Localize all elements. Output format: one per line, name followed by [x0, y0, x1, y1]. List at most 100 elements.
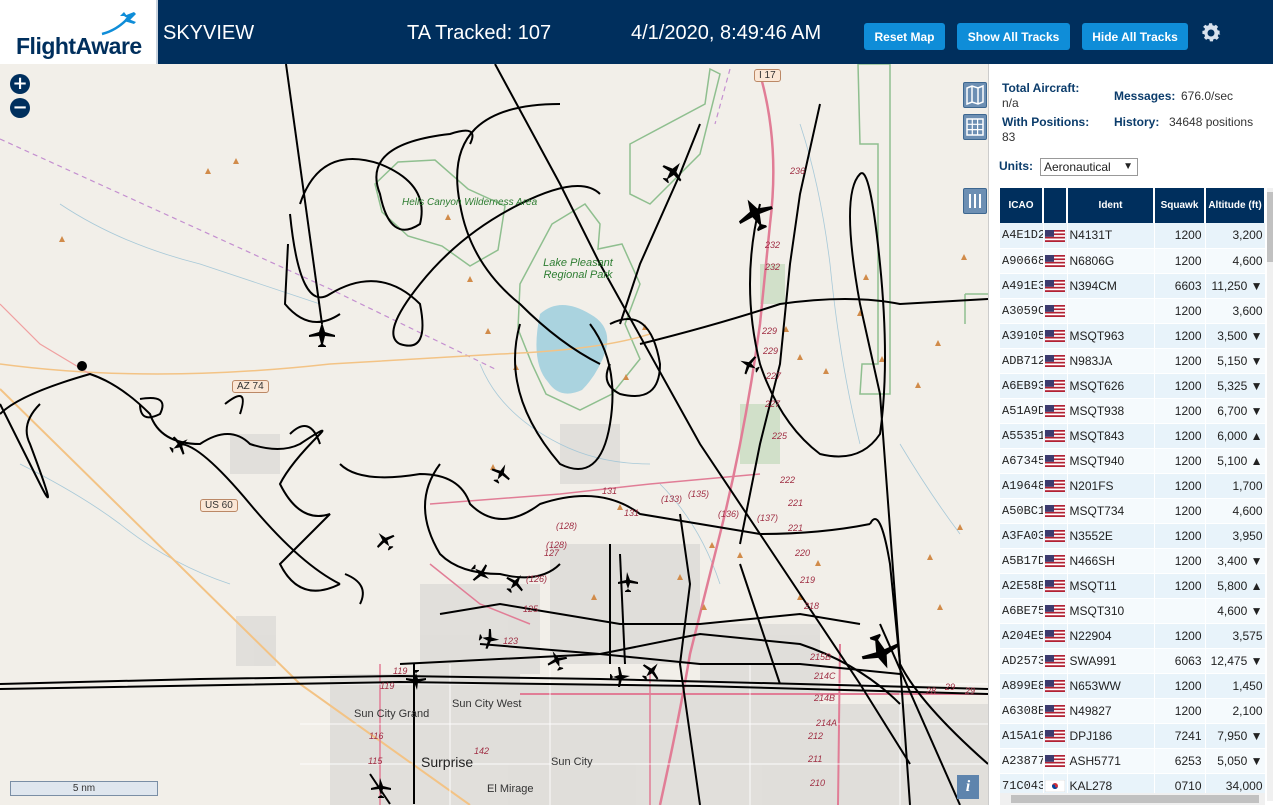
aircraft-icao: A204E5 [1000, 623, 1044, 649]
aircraft-ident: ASH5771 [1067, 748, 1155, 774]
column-header-icao[interactable]: ICAO [1000, 188, 1044, 223]
country-flag-icon [1043, 548, 1068, 574]
aircraft-icao: A90668 [1000, 248, 1044, 274]
aircraft-row[interactable]: A6308E N49827 1200 2,100 [1000, 698, 1266, 724]
ta-tracked-count: TA Tracked: 107 [407, 22, 552, 44]
flightaware-logo[interactable]: FlightAware [0, 0, 158, 64]
el-mirage-label: El Mirage [487, 783, 534, 795]
aircraft-altitude: 6,700 ▼ [1205, 398, 1266, 424]
column-header-altitude[interactable]: Altitude (ft) [1205, 188, 1266, 223]
aircraft-altitude: 3,575 [1205, 623, 1266, 649]
aircraft-ident: N3552E [1067, 523, 1155, 549]
settings-gear-icon[interactable] [1199, 21, 1223, 45]
svg-text:125: 125 [523, 604, 539, 614]
info-button[interactable]: i [957, 775, 979, 799]
aircraft-squawk: 1200 [1154, 448, 1206, 474]
aircraft-icao: A491E3 [1000, 273, 1044, 299]
zoom-out-button[interactable]: − [10, 98, 30, 118]
aircraft-ident: N201FS [1067, 473, 1155, 499]
aircraft-ident: SWA991 [1067, 648, 1155, 674]
svg-text:227: 227 [765, 371, 782, 381]
aircraft-squawk: 1200 [1154, 298, 1206, 324]
aircraft-squawk: 1200 [1154, 373, 1206, 399]
aircraft-row[interactable]: A3FA03 N3552E 1200 3,950 [1000, 523, 1266, 549]
aircraft-row[interactable]: A23877 ASH5771 6253 5,050 ▼ [1000, 748, 1266, 774]
table-horizontal-scroll-thumb[interactable] [1011, 795, 1259, 803]
zoom-in-button[interactable]: + [10, 74, 30, 94]
aircraft-row[interactable]: A50BC1 MSQT734 1200 4,600 [1000, 498, 1266, 524]
svg-text:214B: 214B [813, 693, 835, 703]
columns-toggle-button[interactable] [963, 188, 987, 214]
aircraft-row[interactable]: A491E3 N394CM 6603 11,250 ▼ [1000, 273, 1266, 299]
table-vertical-scroll-thumb[interactable] [1267, 192, 1273, 262]
aircraft-row[interactable]: A51A9D MSQT938 1200 6,700 ▼ [1000, 398, 1266, 424]
country-flag-icon [1043, 573, 1068, 599]
map-base-layer: 236232232 229229227 227225222 221221220 … [0, 64, 988, 805]
i17-shield: I 17 [754, 69, 781, 82]
aircraft-icao: A6308E [1000, 698, 1044, 724]
aircraft-row[interactable]: ADB712 N983JA 1200 5,150 ▼ [1000, 348, 1266, 374]
aircraft-row[interactable]: A39105 MSQT963 1200 3,500 ▼ [1000, 323, 1266, 349]
map-scale-bar: 5 nm [10, 781, 158, 796]
aircraft-row[interactable]: A2E58B MSQT11 1200 5,800 ▲ [1000, 573, 1266, 599]
grid-toggle-button[interactable] [963, 114, 987, 140]
hide-all-tracks-button[interactable]: Hide All Tracks [1082, 23, 1188, 50]
aircraft-squawk: 7241 [1154, 723, 1206, 749]
aircraft-ident: N394CM [1067, 273, 1155, 299]
country-flag-icon [1043, 423, 1068, 449]
svg-text:215B: 215B [809, 652, 831, 662]
hells-canyon-label: Hells Canyon Wilderness Area [402, 197, 538, 208]
svg-text:219: 219 [799, 575, 815, 585]
aircraft-altitude: 5,150 ▼ [1205, 348, 1266, 374]
aircraft-row[interactable]: A6BE75 MSQT310 4,600 ▼ [1000, 598, 1266, 624]
aircraft-row[interactable]: A19648 N201FS 1200 1,700 [1000, 473, 1266, 499]
aircraft-icao: A4E1D2 [1000, 223, 1044, 249]
map-layer-button[interactable] [963, 82, 987, 108]
app-name: SKYVIEW [163, 22, 255, 44]
aircraft-altitude: 3,400 ▼ [1205, 548, 1266, 574]
country-flag-icon [1043, 623, 1068, 649]
aircraft-row[interactable]: A55351 MSQT843 1200 6,000 ▲ [1000, 423, 1266, 449]
aircraft-row[interactable]: A899E8 N653WW 1200 1,450 [1000, 673, 1266, 699]
aircraft-row[interactable]: A204E5 N22904 1200 3,575 [1000, 623, 1266, 649]
aircraft-altitude: 5,800 ▲ [1205, 573, 1266, 599]
aircraft-row[interactable]: A15A16 DPJ186 7241 7,950 ▼ [1000, 723, 1266, 749]
svg-text:(135): (135) [688, 489, 709, 499]
aircraft-ident: N6806G [1067, 248, 1155, 274]
aircraft-squawk: 1200 [1154, 398, 1206, 424]
aircraft-ident: DPJ186 [1067, 723, 1155, 749]
aircraft-row[interactable]: A67345 MSQT940 1200 5,100 ▲ [1000, 448, 1266, 474]
country-flag-icon [1043, 223, 1068, 249]
aircraft-ident [1067, 298, 1155, 324]
aircraft-ident: N4131T [1067, 223, 1155, 249]
aircraft-row[interactable]: A5B17D N466SH 1200 3,400 ▼ [1000, 548, 1266, 574]
country-flag-icon [1043, 323, 1068, 349]
svg-text:119: 119 [380, 681, 394, 691]
svg-text:131: 131 [624, 508, 639, 518]
aircraft-row[interactable]: A4E1D2 N4131T 1200 3,200 [1000, 223, 1266, 249]
aircraft-altitude: 4,600 ▼ [1205, 598, 1266, 624]
aircraft-ident: N49827 [1067, 698, 1155, 724]
svg-text:(128): (128) [556, 521, 577, 531]
table-vertical-scrollbar[interactable] [1267, 188, 1273, 801]
aircraft-ident: N466SH [1067, 548, 1155, 574]
aircraft-icao: AD2573 [1000, 648, 1044, 674]
column-header-squawk[interactable]: Squawk [1154, 188, 1206, 223]
show-all-tracks-button[interactable]: Show All Tracks [957, 23, 1070, 50]
country-flag-icon [1043, 373, 1068, 399]
map-canvas[interactable]: 236 232 232 229 229 227 227 225 222 221 221 220 … [0, 64, 988, 805]
units-select[interactable]: Aeronautical ▼ [1040, 158, 1138, 176]
aircraft-row[interactable]: AD2573 SWA991 6063 12,475 ▼ [1000, 648, 1266, 674]
reset-map-button[interactable]: Reset Map [864, 23, 945, 50]
aircraft-ident: MSQT963 [1067, 323, 1155, 349]
aircraft-row[interactable]: A6EB93 MSQT626 1200 5,325 ▼ [1000, 373, 1266, 399]
country-flag-icon [1043, 723, 1068, 749]
svg-text:211: 211 [807, 754, 822, 764]
aircraft-row[interactable]: A3059C 1200 3,600 [1000, 298, 1266, 324]
svg-text:127: 127 [544, 548, 560, 558]
aircraft-marker [309, 322, 335, 347]
aircraft-squawk: 1200 [1154, 498, 1206, 524]
current-datetime: 4/1/2020, 8:49:46 AM [631, 22, 822, 44]
column-header-ident[interactable]: Ident [1067, 188, 1155, 223]
aircraft-row[interactable]: A90668 N6806G 1200 4,600 [1000, 248, 1266, 274]
